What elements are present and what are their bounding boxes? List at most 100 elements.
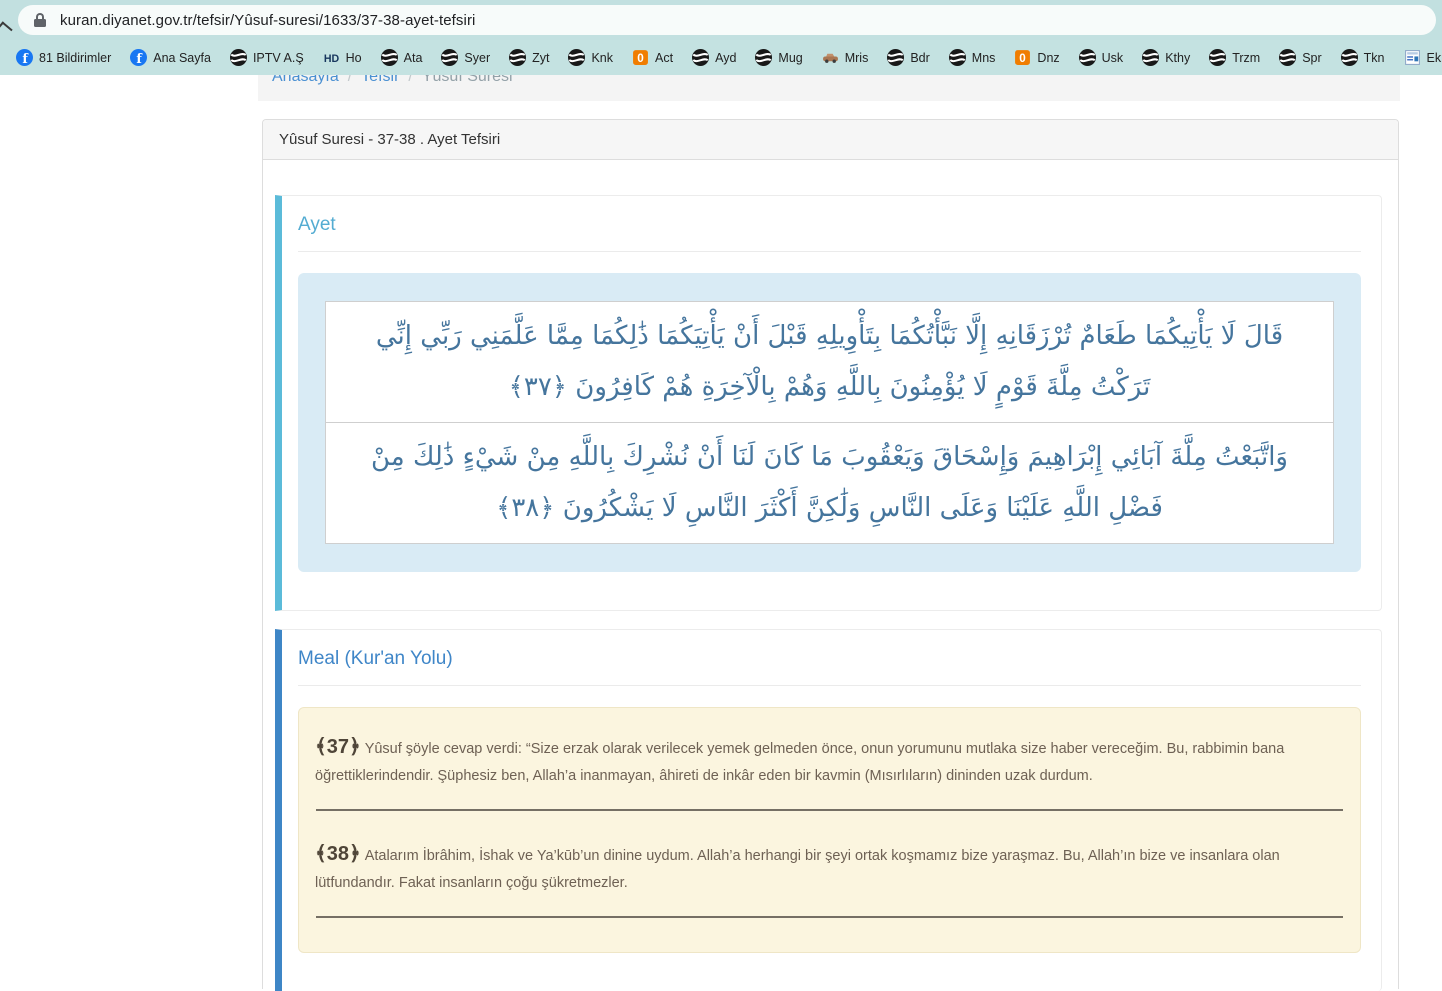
- svg-text:HD: HD: [323, 53, 339, 65]
- globe-icon: [755, 49, 772, 66]
- page-title-bar: Yûsuf Suresi - 37-38 . Ayet Tefsiri: [263, 120, 1398, 160]
- lock-icon[interactable]: [34, 12, 46, 28]
- verse-37-marker: ﴾37﴿: [315, 736, 361, 758]
- bookmark-label: Ayd: [715, 51, 736, 65]
- meal-panel: ﴾37﴿Yûsuf şöyle cevap verdi: “Size erzak…: [298, 707, 1361, 953]
- meal-section: Meal (Kur'an Yolu) ﴾37﴿Yûsuf şöyle cevap…: [275, 629, 1382, 991]
- partial-toolbar-icon: [0, 21, 13, 39]
- bookmark-label: Syer: [464, 51, 490, 65]
- bookmark-label: Trzm: [1232, 51, 1260, 65]
- car-icon: [822, 49, 839, 66]
- bookmark-label: Dnz: [1037, 51, 1059, 65]
- bookmark-label: Usk: [1102, 51, 1124, 65]
- bookmark-usk[interactable]: Usk: [1079, 49, 1124, 66]
- svg-text:0: 0: [1020, 52, 1027, 65]
- bookmark-label: Mns: [972, 51, 996, 65]
- verse-38-marker: ﴾38﴿: [315, 843, 361, 865]
- bookmark-label: Bdr: [910, 51, 929, 65]
- url-text: kuran.diyanet.gov.tr/tefsir/Yûsuf-suresi…: [60, 12, 475, 29]
- browser-toolbar: kuran.diyanet.gov.tr/tefsir/Yûsuf-suresi…: [0, 0, 1442, 40]
- bookmark-trzm[interactable]: Trzm: [1209, 49, 1260, 66]
- bookmark-ata[interactable]: Ata: [381, 49, 423, 66]
- breadcrumb-separator: /: [348, 75, 352, 86]
- bookmark-knk[interactable]: Knk: [568, 49, 613, 66]
- meal-heading: Meal (Kur'an Yolu): [298, 648, 1361, 670]
- globe-icon: [230, 49, 247, 66]
- bookmark-spr[interactable]: Spr: [1279, 49, 1321, 66]
- globe-icon: [887, 49, 904, 66]
- bookmark-label: Mris: [845, 51, 869, 65]
- bookmark-mris[interactable]: Mris: [822, 49, 869, 66]
- bookmark-ayd[interactable]: Ayd: [692, 49, 736, 66]
- bookmark-label: Tkn: [1364, 51, 1385, 65]
- breadcrumb: Anasayfa / Tefsir / Yûsuf Suresi: [272, 75, 1400, 86]
- globe-icon: [1079, 49, 1096, 66]
- page-title: Yûsuf Suresi - 37-38 . Ayet Tefsiri: [279, 131, 500, 148]
- bookmark-label: Ata: [404, 51, 423, 65]
- facebook-icon: f: [130, 49, 147, 66]
- meal-divider: [316, 916, 1343, 918]
- breadcrumb-tefsir-link[interactable]: Tefsir: [361, 75, 399, 86]
- bookmark-label: Act: [655, 51, 673, 65]
- bookmark-label: Ana Sayfa: [153, 51, 211, 65]
- meal-verse-38: ﴾38﴿Atalarım İbrâhim, İshak ve Ya’kūb’un…: [315, 841, 1344, 897]
- arabic-text-38: وَاتَّبَعْتُ مِلَّةَ آبَائِي إِبْرَاهِيم…: [344, 432, 1315, 534]
- form-icon: [1404, 49, 1421, 66]
- breadcrumb-current: Yûsuf Suresi: [422, 75, 513, 86]
- globe-icon: [568, 49, 585, 66]
- globe-icon: [1142, 49, 1159, 66]
- ayet-heading: Ayet: [298, 214, 1361, 236]
- zero-icon: 0: [632, 49, 649, 66]
- zero-icon: 0: [1014, 49, 1031, 66]
- bookmark-ekm[interactable]: Ekm: [1404, 49, 1442, 66]
- bookmark-label: Ekm: [1427, 51, 1442, 65]
- divider: [298, 251, 1361, 252]
- bookmark-mug[interactable]: Mug: [755, 49, 802, 66]
- breadcrumb-strip: Anasayfa / Tefsir / Yûsuf Suresi: [258, 75, 1400, 101]
- bookmark-tkn[interactable]: Tkn: [1341, 49, 1385, 66]
- meal-verse-37: ﴾37﴿Yûsuf şöyle cevap verdi: “Size erzak…: [315, 734, 1344, 790]
- bookmark-iptv-a-[interactable]: IPTV A.Ş: [230, 49, 304, 66]
- bookmark-syer[interactable]: Syer: [441, 49, 490, 66]
- globe-icon: [381, 49, 398, 66]
- bookmark-label: IPTV A.Ş: [253, 51, 304, 65]
- bookmark-label: Spr: [1302, 51, 1321, 65]
- facebook-icon: f: [16, 49, 33, 66]
- bookmark-zyt[interactable]: Zyt: [509, 49, 549, 66]
- globe-icon: [1341, 49, 1358, 66]
- tefsir-card: Yûsuf Suresi - 37-38 . Ayet Tefsiri Ayet…: [262, 119, 1399, 989]
- meal-text-38: Atalarım İbrâhim, İshak ve Ya’kūb’un din…: [315, 848, 1280, 891]
- arabic-panel: قَالَ لَا يَأْتِيكُمَا طَعَامٌ تُرْزَقَا…: [298, 273, 1361, 572]
- globe-icon: [1279, 49, 1296, 66]
- bookmark-dnz[interactable]: 0 Dnz: [1014, 49, 1059, 66]
- bookmark-bdr[interactable]: Bdr: [887, 49, 929, 66]
- bookmark-mns[interactable]: Mns: [949, 49, 996, 66]
- bookmark-label: Zyt: [532, 51, 549, 65]
- svg-text:0: 0: [637, 52, 644, 65]
- bookmark-act[interactable]: 0 Act: [632, 49, 673, 66]
- globe-icon: [441, 49, 458, 66]
- ayet-section: Ayet قَالَ لَا يَأْتِيكُمَا طَعَامٌ تُرْ…: [275, 195, 1382, 611]
- globe-icon: [1209, 49, 1226, 66]
- bookmark-label: Kthy: [1165, 51, 1190, 65]
- divider: [298, 685, 1361, 686]
- breadcrumb-home-link[interactable]: Anasayfa: [272, 75, 339, 86]
- bookmark-label: 81 Bildirimler: [39, 51, 111, 65]
- bookmark-label: Ho: [346, 51, 362, 65]
- meal-divider: [316, 809, 1343, 811]
- bookmark-ana-sayfa[interactable]: f Ana Sayfa: [130, 49, 211, 66]
- arabic-verse-38: وَاتَّبَعْتُ مِلَّةَ آبَائِي إِبْرَاهِيم…: [325, 422, 1334, 544]
- globe-icon: [509, 49, 526, 66]
- breadcrumb-separator: /: [408, 75, 412, 86]
- meal-text-37: Yûsuf şöyle cevap verdi: “Size erzak ola…: [315, 741, 1284, 784]
- bookmarks-bar: f 81 Bildirimler f Ana Sayfa IPTV A.Ş HD Ho Ata…: [0, 40, 1442, 75]
- bookmark-label: Knk: [591, 51, 613, 65]
- globe-icon: [949, 49, 966, 66]
- address-bar[interactable]: kuran.diyanet.gov.tr/tefsir/Yûsuf-suresi…: [18, 5, 1436, 35]
- hd-icon: HD: [323, 49, 340, 66]
- bookmark-81-bildirimler[interactable]: f 81 Bildirimler: [16, 49, 111, 66]
- bookmark-kthy[interactable]: Kthy: [1142, 49, 1190, 66]
- bookmark-ho[interactable]: HD Ho: [323, 49, 362, 66]
- bookmark-label: Mug: [778, 51, 802, 65]
- globe-icon: [692, 49, 709, 66]
